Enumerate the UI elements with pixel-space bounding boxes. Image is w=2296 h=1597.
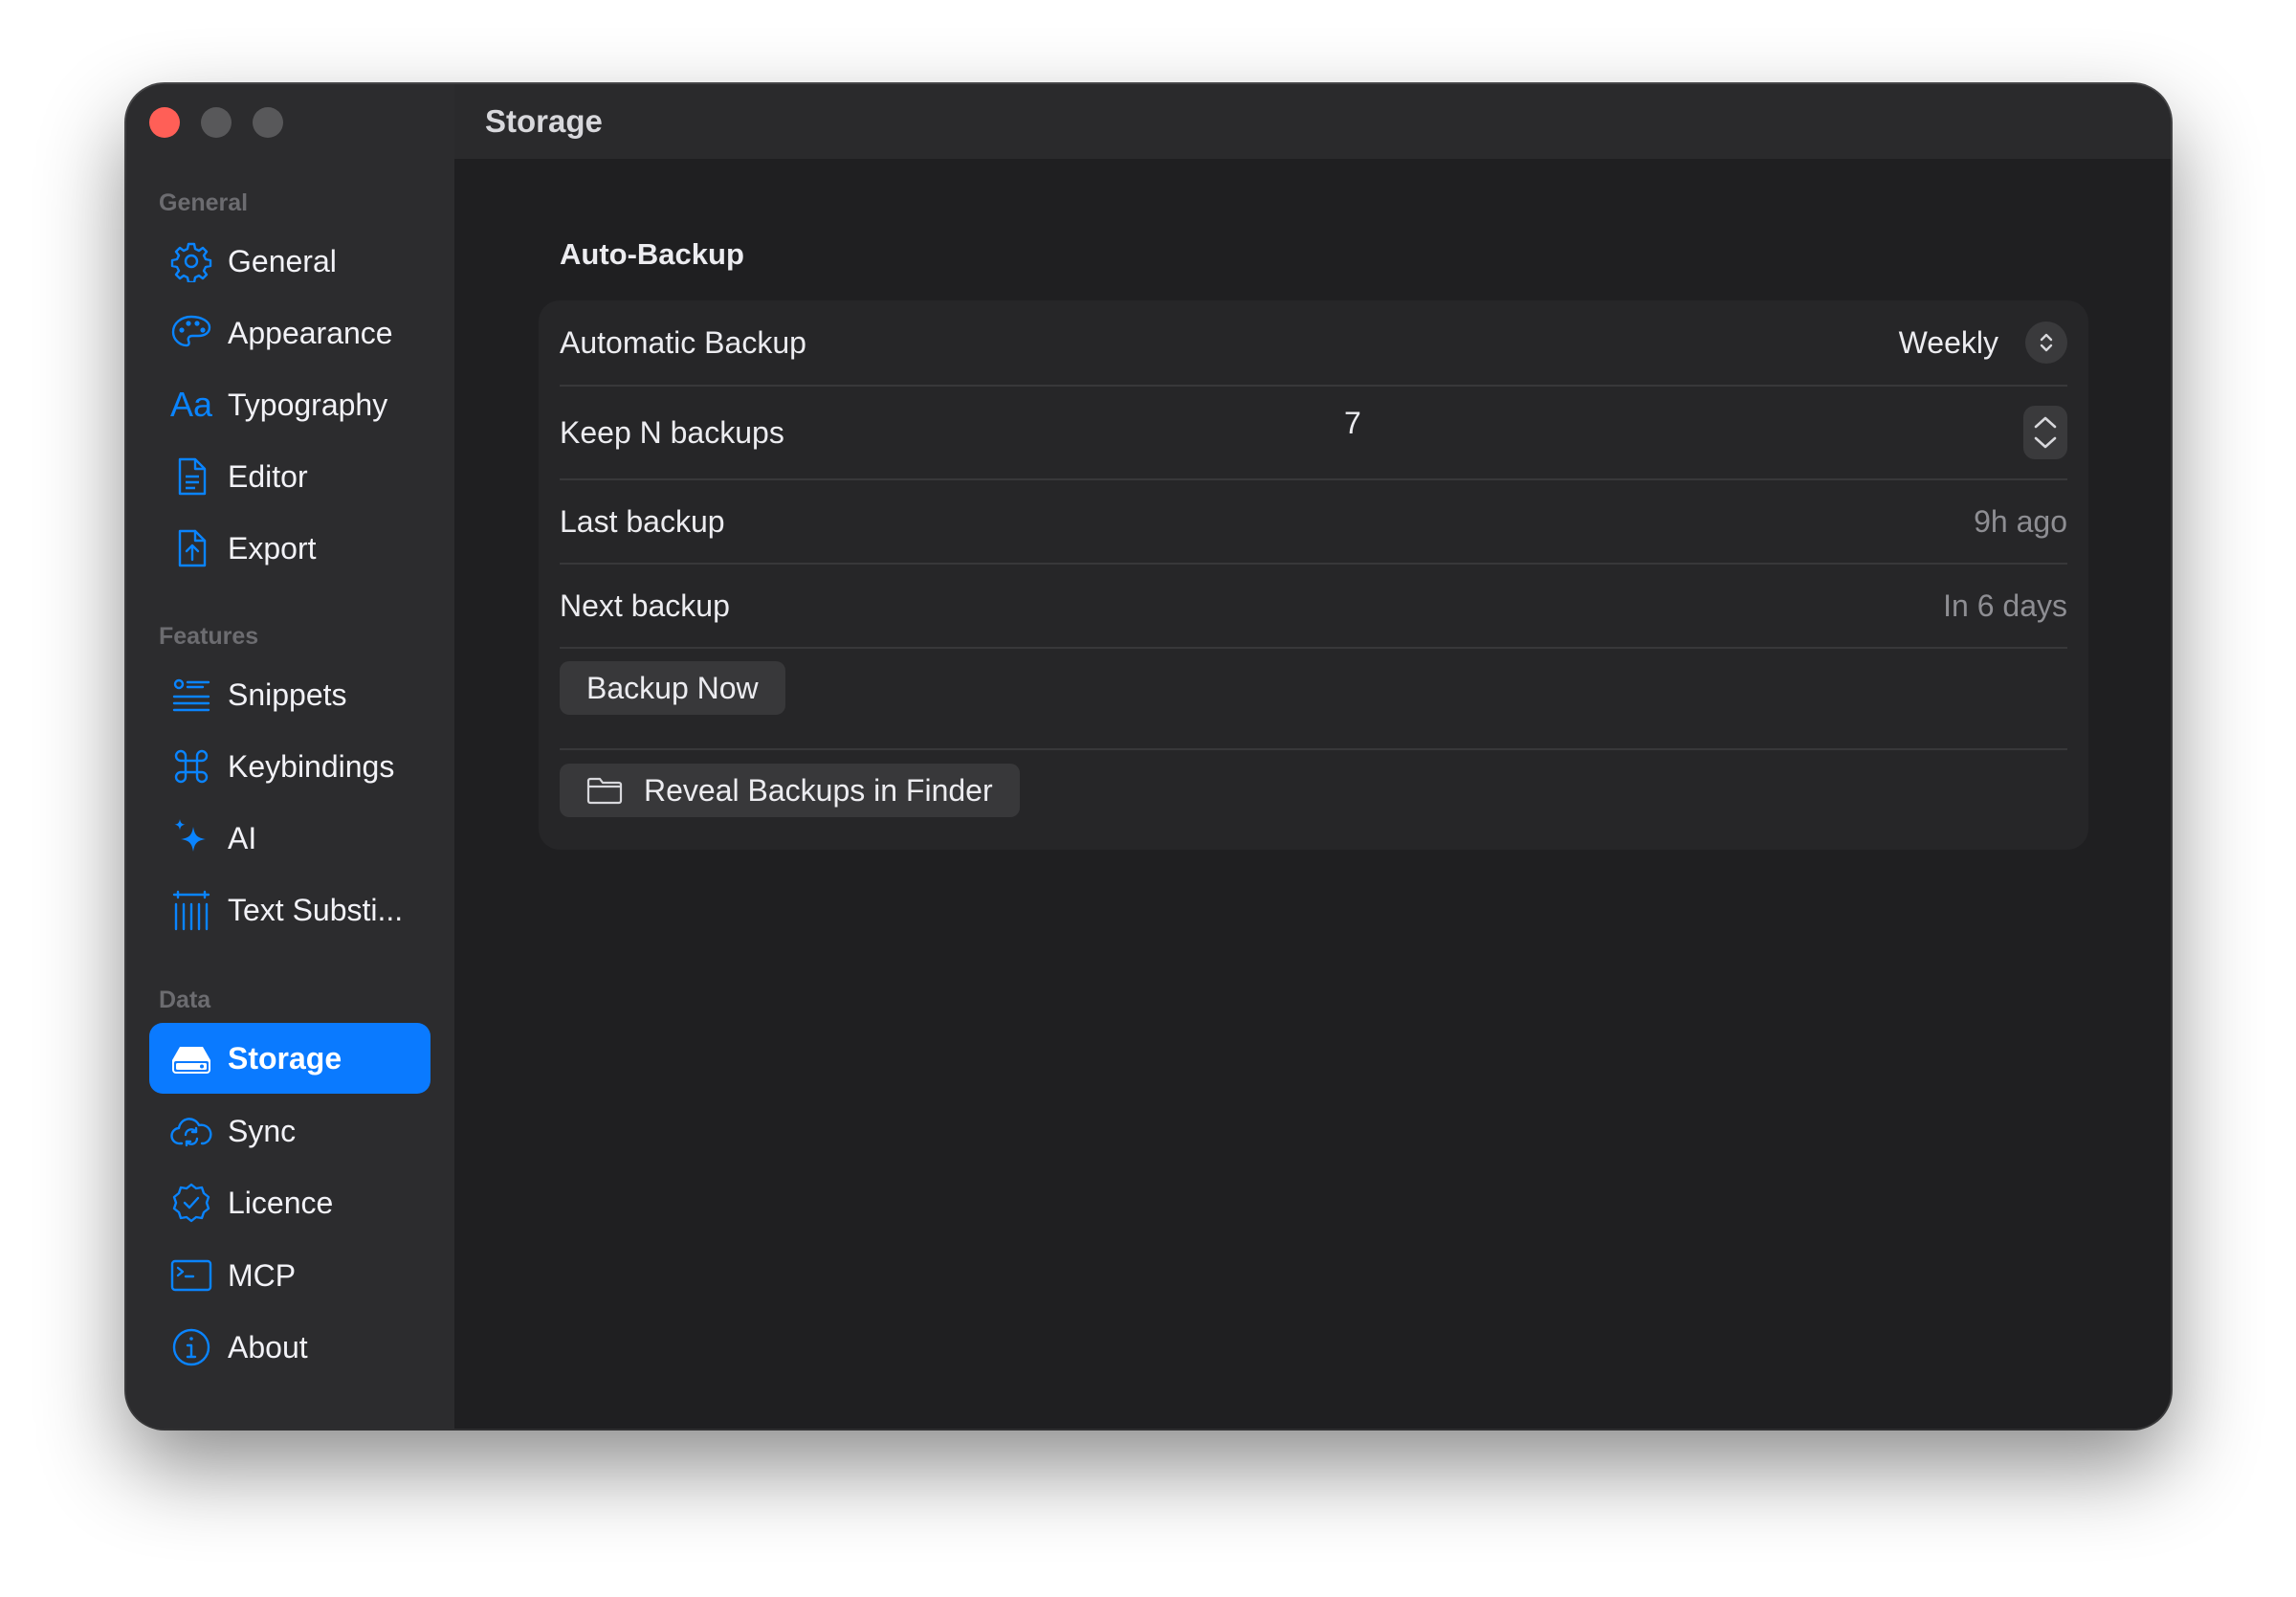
document-icon xyxy=(168,454,214,499)
sidebar-item-label: Licence xyxy=(228,1185,334,1220)
export-icon xyxy=(168,525,214,571)
sidebar-item-snippets[interactable]: Snippets xyxy=(149,659,430,730)
sidebar-item-text-substitution[interactable]: Text Substi... xyxy=(149,875,430,945)
keep-backups-stepper[interactable] xyxy=(2023,406,2067,459)
last-backup-value: 9h ago xyxy=(1974,503,2067,539)
text-substitution-icon xyxy=(168,887,214,933)
sidebar-item-label: Keybindings xyxy=(228,748,395,784)
sidebar-section-features: Features xyxy=(159,623,259,650)
keep-backups-label: Keep N backups xyxy=(560,414,784,450)
command-icon xyxy=(168,743,214,789)
sidebar-item-appearance[interactable]: Appearance xyxy=(149,298,430,368)
terminal-icon xyxy=(168,1253,214,1298)
sidebar-section-data: Data xyxy=(159,987,211,1013)
sidebar-item-about[interactable]: About xyxy=(149,1312,430,1383)
sidebar-item-label: Snippets xyxy=(228,677,347,712)
sidebar-item-label: General xyxy=(228,243,337,278)
typography-icon: Aa xyxy=(169,385,213,424)
sidebar-item-storage[interactable]: Storage xyxy=(149,1023,430,1094)
auto-backup-heading: Auto-Backup xyxy=(560,237,744,271)
sidebar-item-ai[interactable]: AI xyxy=(149,803,430,874)
minimize-window-button[interactable] xyxy=(201,107,232,138)
sidebar-item-label: Text Substi... xyxy=(228,892,404,927)
cloud-sync-icon xyxy=(168,1108,214,1154)
reveal-backups-button[interactable]: Reveal Backups in Finder xyxy=(560,764,1020,817)
up-down-chevron-icon[interactable] xyxy=(2025,322,2067,364)
keep-backups-input[interactable]: 7 xyxy=(1344,406,1361,441)
sidebar-item-label: About xyxy=(228,1329,308,1364)
folder-icon xyxy=(586,777,623,805)
sidebar-item-label: Storage xyxy=(228,1040,342,1076)
auto-backup-card: Automatic Backup Weekly Keep N backups 7 xyxy=(539,300,2088,850)
last-backup-label: Last backup xyxy=(560,503,725,539)
sidebar-item-general[interactable]: General xyxy=(149,226,430,297)
close-window-button[interactable] xyxy=(149,107,180,138)
sidebar-item-typography[interactable]: Aa Typography xyxy=(149,369,430,440)
sidebar: General General Appearance Aa Typography… xyxy=(126,84,454,1429)
checkmark-seal-icon xyxy=(168,1180,214,1226)
sidebar-item-label: Typography xyxy=(228,387,388,422)
next-backup-value: In 6 days xyxy=(1943,588,2067,623)
sidebar-item-editor[interactable]: Editor xyxy=(149,441,430,512)
next-backup-label: Next backup xyxy=(560,588,730,623)
stepper-up-icon xyxy=(2034,416,2057,429)
keep-backups-row: Keep N backups 7 xyxy=(560,387,2067,478)
sidebar-item-label: Sync xyxy=(228,1113,297,1148)
sidebar-item-export[interactable]: Export xyxy=(149,513,430,584)
sidebar-item-sync[interactable]: Sync xyxy=(149,1096,430,1166)
sidebar-item-label: Editor xyxy=(228,458,308,494)
sidebar-item-label: AI xyxy=(228,820,257,855)
divider xyxy=(560,647,2067,649)
settings-window: General General Appearance Aa Typography… xyxy=(126,84,2171,1429)
stepper-down-icon xyxy=(2034,436,2057,449)
palette-icon xyxy=(168,310,214,356)
info-icon xyxy=(168,1324,214,1370)
last-backup-row: Last backup 9h ago xyxy=(560,480,2067,563)
titlebar: Storage xyxy=(454,84,2171,159)
automatic-backup-label: Automatic Backup xyxy=(560,324,806,360)
sidebar-item-keybindings[interactable]: Keybindings xyxy=(149,731,430,802)
snippets-icon xyxy=(168,672,214,718)
sidebar-item-label: Export xyxy=(228,530,317,566)
zoom-window-button[interactable] xyxy=(253,107,283,138)
backup-now-button[interactable]: Backup Now xyxy=(560,661,785,715)
sidebar-item-label: Appearance xyxy=(228,315,393,350)
automatic-backup-row: Automatic Backup Weekly xyxy=(560,300,2067,385)
sidebar-item-licence[interactable]: Licence xyxy=(149,1167,430,1238)
sidebar-section-general: General xyxy=(159,189,249,216)
drive-icon xyxy=(168,1035,214,1081)
sidebar-item-mcp[interactable]: MCP xyxy=(149,1240,430,1311)
divider xyxy=(560,748,2067,750)
sidebar-item-label: MCP xyxy=(228,1257,297,1293)
main-content: Storage Auto-Backup Automatic Backup Wee… xyxy=(454,84,2171,1429)
reveal-backups-label: Reveal Backups in Finder xyxy=(644,772,993,808)
backup-now-label: Backup Now xyxy=(586,670,759,705)
automatic-backup-select[interactable]: Weekly xyxy=(1899,325,1998,361)
next-backup-row: Next backup In 6 days xyxy=(560,565,2067,647)
sparkle-icon xyxy=(168,815,214,861)
gear-icon xyxy=(168,238,214,284)
window-title: Storage xyxy=(485,103,603,139)
